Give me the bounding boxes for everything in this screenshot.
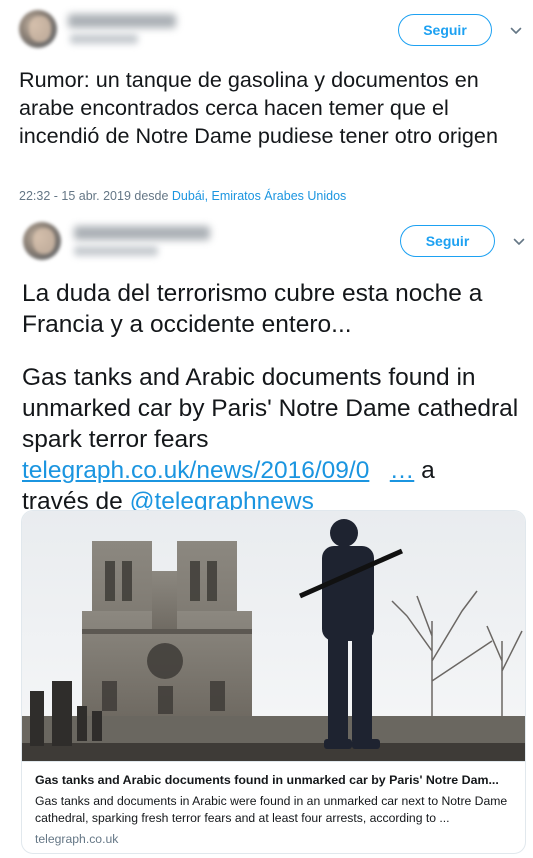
tweet-2: Seguir La duda del terrorismo cubre esta… [0, 0, 533, 858]
card-description: Gas tanks and documents in Arabic were f… [35, 794, 508, 825]
card-title: Gas tanks and Arabic documents found in … [35, 773, 499, 787]
link-ellipsis[interactable]: … [390, 457, 415, 484]
avatar[interactable] [23, 222, 61, 260]
card-image-notre-dame [22, 511, 525, 761]
link-preview-card[interactable]: Gas tanks and Arabic documents found in … [21, 510, 526, 854]
quoted-headline: Gas tanks and Arabic documents found in … [22, 364, 519, 453]
chevron-down-icon[interactable] [511, 234, 527, 250]
follow-button[interactable]: Seguir [400, 225, 495, 257]
card-body: Gas tanks and Arabic documents found in … [22, 761, 525, 853]
tweet-text-spanish: La duda del terrorismo cubre esta noche … [22, 280, 483, 338]
card-domain: telegraph.co.uk [35, 832, 119, 846]
article-link[interactable]: telegraph.co.uk/news/2016/09/0 [22, 457, 369, 484]
author-name-redacted[interactable] [74, 226, 210, 240]
via-connector: a [414, 457, 435, 484]
tweet-text-english: Gas tanks and Arabic documents found in … [22, 362, 522, 517]
author-handle-redacted[interactable] [74, 246, 158, 256]
